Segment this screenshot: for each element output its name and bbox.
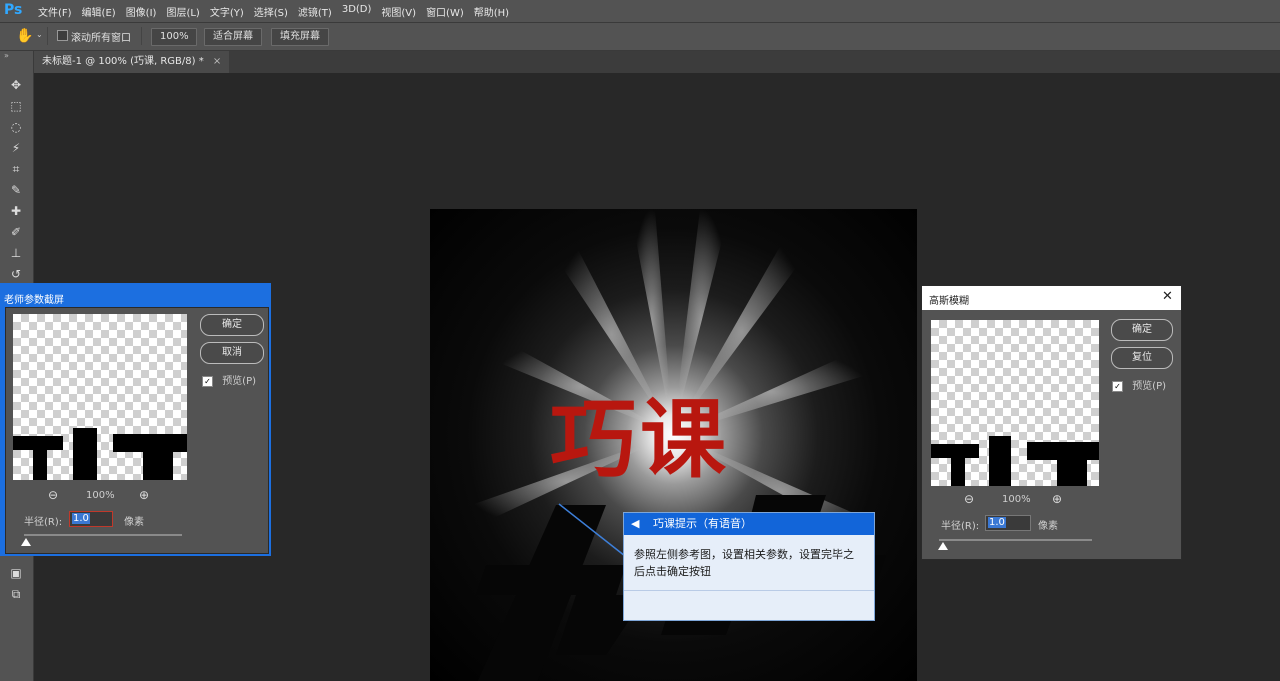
- menu-select[interactable]: 选择(S): [254, 4, 288, 19]
- preview-text-fragment: [931, 436, 1099, 486]
- tip-title: 巧课提示（有语音）: [653, 517, 752, 530]
- gaussian-reset-button[interactable]: 复位: [1111, 347, 1173, 369]
- teacher-unit-label: 像素: [124, 517, 144, 528]
- menu-edit[interactable]: 编辑(E): [82, 4, 116, 19]
- menu-layer[interactable]: 图层(L): [166, 4, 199, 19]
- photoshop-logo: Ps: [4, 2, 23, 18]
- zoom-value-field[interactable]: 100%: [151, 28, 197, 46]
- teacher-preview-option[interactable]: ✓ 预览(P): [202, 372, 256, 387]
- screen-mode-icon[interactable]: ▣: [7, 565, 25, 581]
- zoom-in-icon[interactable]: ⊕: [1052, 492, 1062, 506]
- document-tabs: 未标题-1 @ 100% (巧课, RGB/8) * ×: [34, 51, 1280, 73]
- gaussian-radius-field[interactable]: 1.0: [985, 515, 1031, 531]
- menu-window[interactable]: 窗口(W): [426, 4, 464, 19]
- teacher-preview-label: 预览(P): [222, 376, 257, 387]
- chevron-down-icon[interactable]: ⌄: [36, 30, 43, 39]
- menu-help[interactable]: 帮助(H): [474, 4, 509, 19]
- menu-image[interactable]: 图像(I): [126, 4, 157, 19]
- main-text-qiaoke: 巧课: [550, 390, 730, 490]
- zoom-out-icon[interactable]: ⊖: [964, 492, 974, 506]
- teacher-window-title: 老师参数截屏: [4, 295, 64, 306]
- gaussian-ok-button[interactable]: 确定: [1111, 319, 1173, 341]
- menu-file[interactable]: 文件(F): [38, 4, 72, 19]
- teacher-params-window: 老师参数截屏 确定 取消 ✓ 预览(P) ⊖ 100% ⊕ 半径(R): 1.0…: [0, 283, 271, 556]
- menu-type[interactable]: 文字(Y): [210, 4, 244, 19]
- main-menu: 文件(F) 编辑(E) 图像(I) 图层(L) 文字(Y) 选择(S) 滤镜(T…: [38, 4, 509, 19]
- teacher-preview-image: [13, 314, 187, 480]
- menu-filter[interactable]: 滤镜(T): [298, 4, 332, 19]
- menu-bar: Ps 文件(F) 编辑(E) 图像(I) 图层(L) 文字(Y) 选择(S) 滤…: [0, 0, 1280, 23]
- gaussian-blur-dialog: 高斯模糊 ✕ 确定 复位 ✓ 预览(P) ⊖ 100% ⊕ 半径(R): 1.0…: [921, 285, 1182, 560]
- gaussian-titlebar: 高斯模糊 ✕: [922, 286, 1181, 310]
- gaussian-radius-slider[interactable]: [939, 539, 1092, 541]
- history-brush-tool-icon[interactable]: ↺: [7, 266, 25, 282]
- stamp-tool-icon[interactable]: ⊥: [7, 245, 25, 261]
- teacher-radius-label: 半径(R):: [24, 517, 63, 528]
- gaussian-preview-checkbox[interactable]: ✓: [1112, 380, 1123, 392]
- gaussian-radius-label: 半径(R):: [941, 521, 980, 532]
- gaussian-slider-thumb[interactable]: [938, 542, 948, 550]
- gaussian-preview-image: [931, 320, 1099, 486]
- teacher-radius-field[interactable]: 1.0: [69, 511, 113, 527]
- artboard-tool-icon[interactable]: ⧉: [7, 586, 25, 602]
- crop-tool-icon[interactable]: ⌗: [7, 161, 25, 177]
- tip-box: ◀ 巧课提示（有语音） 参照左侧参考图，设置相关参数，设置完毕之后点击确定按钮: [623, 512, 875, 621]
- marquee-tool-icon[interactable]: ⬚: [7, 98, 25, 114]
- divider: [141, 27, 142, 45]
- zoom-out-icon[interactable]: ⊖: [48, 488, 58, 502]
- magic-wand-tool-icon[interactable]: ⚡: [7, 140, 25, 156]
- tip-body: 参照左侧参考图，设置相关参数，设置完毕之后点击确定按钮: [634, 548, 854, 578]
- zoom-in-icon[interactable]: ⊕: [139, 488, 149, 502]
- options-bar: ✋ ⌄ 滚动所有窗口 100% 适合屏幕 填充屏幕: [0, 23, 1280, 51]
- gaussian-radius-value: 1.0: [988, 517, 1006, 528]
- close-tab-icon[interactable]: ×: [213, 56, 221, 67]
- menu-view[interactable]: 视图(V): [381, 4, 416, 19]
- divider: [624, 590, 874, 591]
- tab-document[interactable]: 未标题-1 @ 100% (巧课, RGB/8) * ×: [34, 51, 230, 73]
- preview-text-fragment: [13, 428, 187, 480]
- speaker-icon[interactable]: ◀: [631, 513, 639, 535]
- fit-screen-button[interactable]: 适合屏幕: [204, 28, 262, 46]
- teacher-slider-thumb[interactable]: [21, 538, 31, 546]
- expand-panel-icon[interactable]: »: [4, 51, 9, 60]
- teacher-dialog-body: 确定 取消 ✓ 预览(P) ⊖ 100% ⊕ 半径(R): 1.0 像素: [5, 307, 269, 554]
- teacher-cancel-button[interactable]: 取消: [200, 342, 264, 364]
- close-icon[interactable]: ✕: [1162, 289, 1173, 304]
- gaussian-unit-label: 像素: [1038, 521, 1058, 532]
- scroll-all-checkbox[interactable]: [57, 30, 68, 41]
- teacher-ok-button[interactable]: 确定: [200, 314, 264, 336]
- gaussian-preview-option[interactable]: ✓ 预览(P): [1112, 377, 1166, 392]
- tip-header: ◀ 巧课提示（有语音）: [624, 513, 874, 535]
- lasso-tool-icon[interactable]: ◌: [7, 119, 25, 135]
- teacher-radius-slider[interactable]: [24, 534, 182, 536]
- gaussian-zoom-value: 100%: [1002, 494, 1031, 505]
- gaussian-preview-label: 预览(P): [1132, 381, 1167, 392]
- fill-screen-button[interactable]: 填充屏幕: [271, 28, 329, 46]
- teacher-radius-value: 1.0: [72, 513, 90, 524]
- move-tool-icon[interactable]: ✥: [7, 77, 25, 93]
- divider: [47, 27, 48, 45]
- menu-3d[interactable]: 3D(D): [342, 4, 372, 19]
- teacher-preview-checkbox[interactable]: ✓: [202, 375, 213, 387]
- teacher-zoom-value: 100%: [86, 490, 115, 501]
- hand-tool-icon[interactable]: ✋: [16, 28, 33, 44]
- tab-document-title: 未标题-1 @ 100% (巧课, RGB/8) *: [42, 56, 204, 67]
- scroll-all-label: 滚动所有窗口: [71, 33, 131, 44]
- gaussian-title: 高斯模糊: [929, 296, 969, 307]
- healing-brush-tool-icon[interactable]: ✚: [7, 203, 25, 219]
- eyedropper-tool-icon[interactable]: ✎: [7, 182, 25, 198]
- brush-tool-icon[interactable]: ✐: [7, 224, 25, 240]
